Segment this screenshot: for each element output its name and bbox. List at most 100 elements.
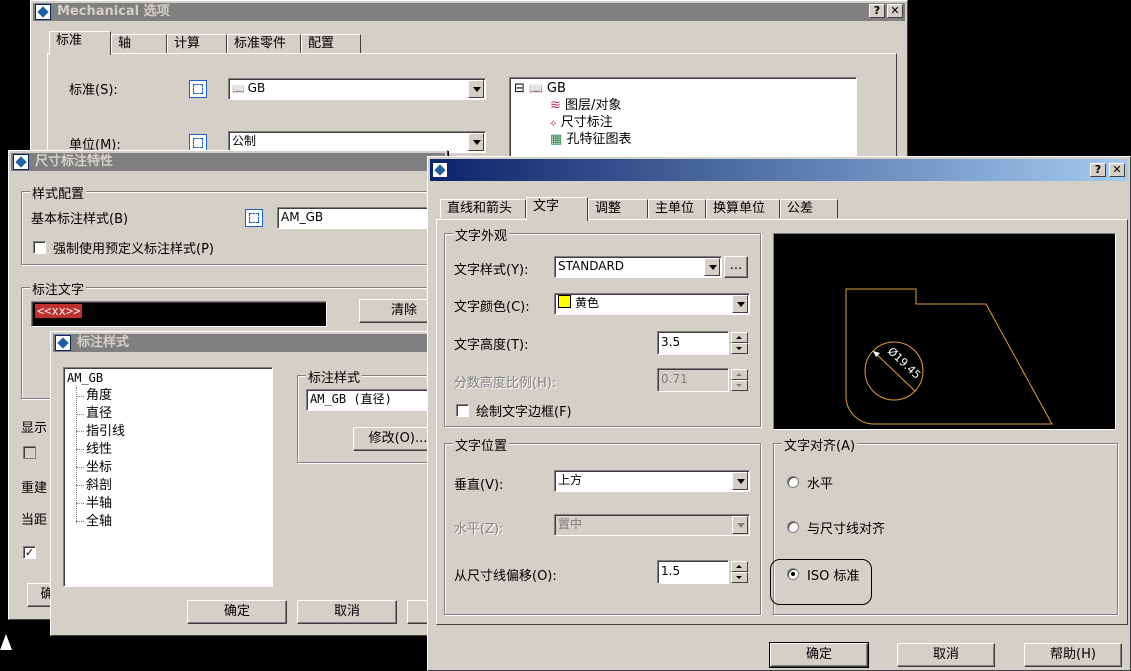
style-field[interactable]: AM_GB (直径)	[306, 389, 436, 411]
chevron-down-icon[interactable]	[704, 258, 720, 276]
tree-item-dimension[interactable]: ⟡ 尺寸标注	[550, 114, 613, 132]
spin-down-icon[interactable]	[731, 380, 748, 391]
chevron-down-icon[interactable]	[468, 80, 484, 98]
align-with-line-radio[interactable]	[787, 521, 799, 533]
standard-tree[interactable]: ⊟ 📖 GB ≋ 图层/对象 ⟡ 尺寸标注 ▦ 孔特征图表	[509, 77, 857, 157]
window-title: 标注样式	[77, 335, 130, 350]
tree-item-layers[interactable]: ≋ 图层/对象	[550, 97, 621, 114]
fraction-scale-field[interactable]: 0.71	[657, 368, 729, 392]
tab-fit[interactable]: 调整	[588, 199, 648, 218]
tree-connector	[76, 414, 84, 415]
tab-primary-units[interactable]: 主单位	[648, 199, 706, 218]
tab-calc[interactable]: 计算	[167, 34, 227, 53]
tab-lines-arrows[interactable]: 直线和箭头	[440, 199, 526, 218]
horizontal-select[interactable]: 置中	[554, 514, 750, 536]
chevron-down-icon[interactable]	[732, 472, 748, 490]
close-icon[interactable]: ✕	[887, 4, 903, 18]
tree-connector	[76, 503, 84, 504]
tab-alternate-units[interactable]: 换算单位	[706, 199, 780, 218]
spin-up-icon[interactable]	[731, 332, 748, 343]
tree-item-half-shaft[interactable]: 半轴	[86, 495, 112, 512]
group-caption: 文字对齐(A)	[782, 435, 858, 454]
dimension-style-window: 标注样式 AM_GB 角度 直径 指引线 线性 坐标 斜剖 半轴 全轴 标注样式…	[50, 331, 459, 636]
use-checkbox[interactable]: ✓	[23, 546, 36, 559]
spin-up-icon[interactable]	[731, 369, 748, 380]
tree-item-full-shaft[interactable]: 全轴	[86, 513, 112, 530]
table-icon: ▦	[550, 132, 563, 147]
tab-config[interactable]: 配置	[301, 34, 361, 53]
standard-select[interactable]: 📖 GB	[228, 78, 486, 100]
spin-down-icon[interactable]	[731, 572, 748, 583]
spin-down-icon[interactable]	[731, 343, 748, 354]
help-icon[interactable]: ?	[869, 4, 885, 18]
dimension-properties-titlebar[interactable]: 尺寸标注特性	[11, 153, 445, 171]
text-style-label: 文字样式(Y):	[454, 263, 529, 278]
tree-connector	[76, 449, 84, 450]
mechanical-options-titlebar[interactable]: Mechanical 选项 ? ✕	[33, 3, 905, 21]
spin-up-icon[interactable]	[731, 561, 748, 572]
help-button[interactable]: 帮助(H)	[1024, 643, 1122, 667]
rebuild-label: 重建	[21, 481, 48, 496]
close-icon[interactable]: ✕	[1109, 163, 1125, 177]
align-iso-label: ISO 标准	[807, 569, 860, 584]
tab-shaft[interactable]: 轴	[111, 34, 167, 53]
dimension-icon: ⟡	[550, 118, 557, 129]
align-horizontal-radio[interactable]	[787, 476, 799, 488]
app-icon	[13, 154, 29, 170]
ok-button[interactable]: 确定	[769, 642, 869, 668]
chevron-down-icon[interactable]	[468, 133, 484, 151]
app-icon	[35, 4, 51, 20]
cancel-button[interactable]: 取消	[897, 643, 995, 667]
text-style-browse-button[interactable]: ...	[724, 256, 748, 278]
standard-pick-icon[interactable]	[189, 80, 207, 98]
standard-value: GB	[247, 81, 266, 95]
tab-standard[interactable]: 标准	[49, 31, 111, 55]
text-height-field[interactable]: 3.5	[657, 331, 729, 355]
style-tree[interactable]: AM_GB 角度 直径 指引线 线性 坐标 斜剖 半轴 全轴	[63, 367, 273, 587]
tree-connector	[76, 521, 84, 522]
base-style-pick-icon[interactable]	[245, 209, 263, 227]
chevron-down-icon[interactable]	[732, 295, 748, 313]
tree-connector	[76, 485, 84, 486]
help-icon[interactable]: ?	[1090, 163, 1106, 177]
tree-item-section[interactable]: 斜剖	[86, 477, 112, 494]
tree-item-hole-chart[interactable]: ▦ 孔特征图表	[550, 131, 631, 148]
vertical-select[interactable]: 上方	[554, 470, 750, 492]
text-settings-window: ? ✕ 直线和箭头 文字 调整 主单位 换算单位 公差 文字外观 文字样式(Y)…	[427, 156, 1131, 671]
ok-button[interactable]: 确定	[187, 600, 287, 624]
tab-tolerances[interactable]: 公差	[780, 199, 838, 218]
align-horizontal-label: 水平	[807, 477, 834, 492]
base-style-field[interactable]: AM_GB	[277, 207, 437, 229]
force-predefined-checkbox[interactable]	[33, 241, 46, 254]
text-color-select[interactable]: 黄色	[554, 293, 750, 315]
window-title: 尺寸标注特性	[35, 154, 114, 169]
text-style-select[interactable]: STANDARD	[554, 256, 722, 278]
offset-field[interactable]: 1.5	[657, 560, 729, 584]
tree-connector	[76, 431, 84, 432]
text-height-label: 文字高度(T):	[454, 338, 529, 353]
tab-text[interactable]: 文字	[526, 197, 588, 221]
show-label: 显示	[21, 421, 48, 436]
app-icon	[432, 162, 448, 178]
draw-frame-checkbox[interactable]	[456, 404, 469, 417]
cursor-icon	[0, 634, 12, 650]
tree-item-angle[interactable]: 角度	[86, 387, 112, 404]
dim-text-field[interactable]: <<xx>>	[31, 301, 327, 327]
tree-item-diameter[interactable]: 直径	[86, 405, 112, 422]
tree-root[interactable]: AM_GB	[67, 370, 103, 387]
chevron-down-icon[interactable]	[732, 516, 748, 534]
tree-root-label: GB	[546, 81, 566, 96]
tree-item-leader[interactable]: 指引线	[86, 423, 125, 440]
tree-item-ordinate[interactable]: 坐标	[86, 459, 112, 476]
distance-label: 当距	[21, 513, 48, 528]
tree-item-label: 图层/对象	[565, 98, 622, 113]
fraction-scale-label: 分数高度比例(H):	[454, 376, 557, 391]
text-settings-titlebar[interactable]: ? ✕	[430, 159, 1128, 181]
cancel-button[interactable]: 取消	[297, 600, 397, 624]
show-checkbox[interactable]	[23, 446, 36, 459]
align-iso-radio[interactable]	[787, 568, 799, 580]
tree-item-linear[interactable]: 线性	[86, 441, 112, 458]
tab-standard-parts[interactable]: 标准零件	[227, 34, 301, 53]
tree-root[interactable]: ⊟ 📖 GB	[514, 80, 566, 97]
dimension-style-titlebar[interactable]: 标注样式	[53, 334, 439, 352]
